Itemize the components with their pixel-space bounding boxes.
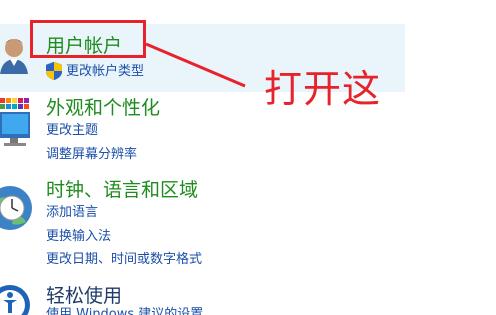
control-panel-category-view: 用户帐户 更改帐户类型 外观和个性化 更改主题 调整屏幕分辨率 时钟、语言和区域… <box>0 0 496 315</box>
annotation-label: 打开这 <box>264 67 382 111</box>
annotation-arrow-line <box>145 42 246 88</box>
